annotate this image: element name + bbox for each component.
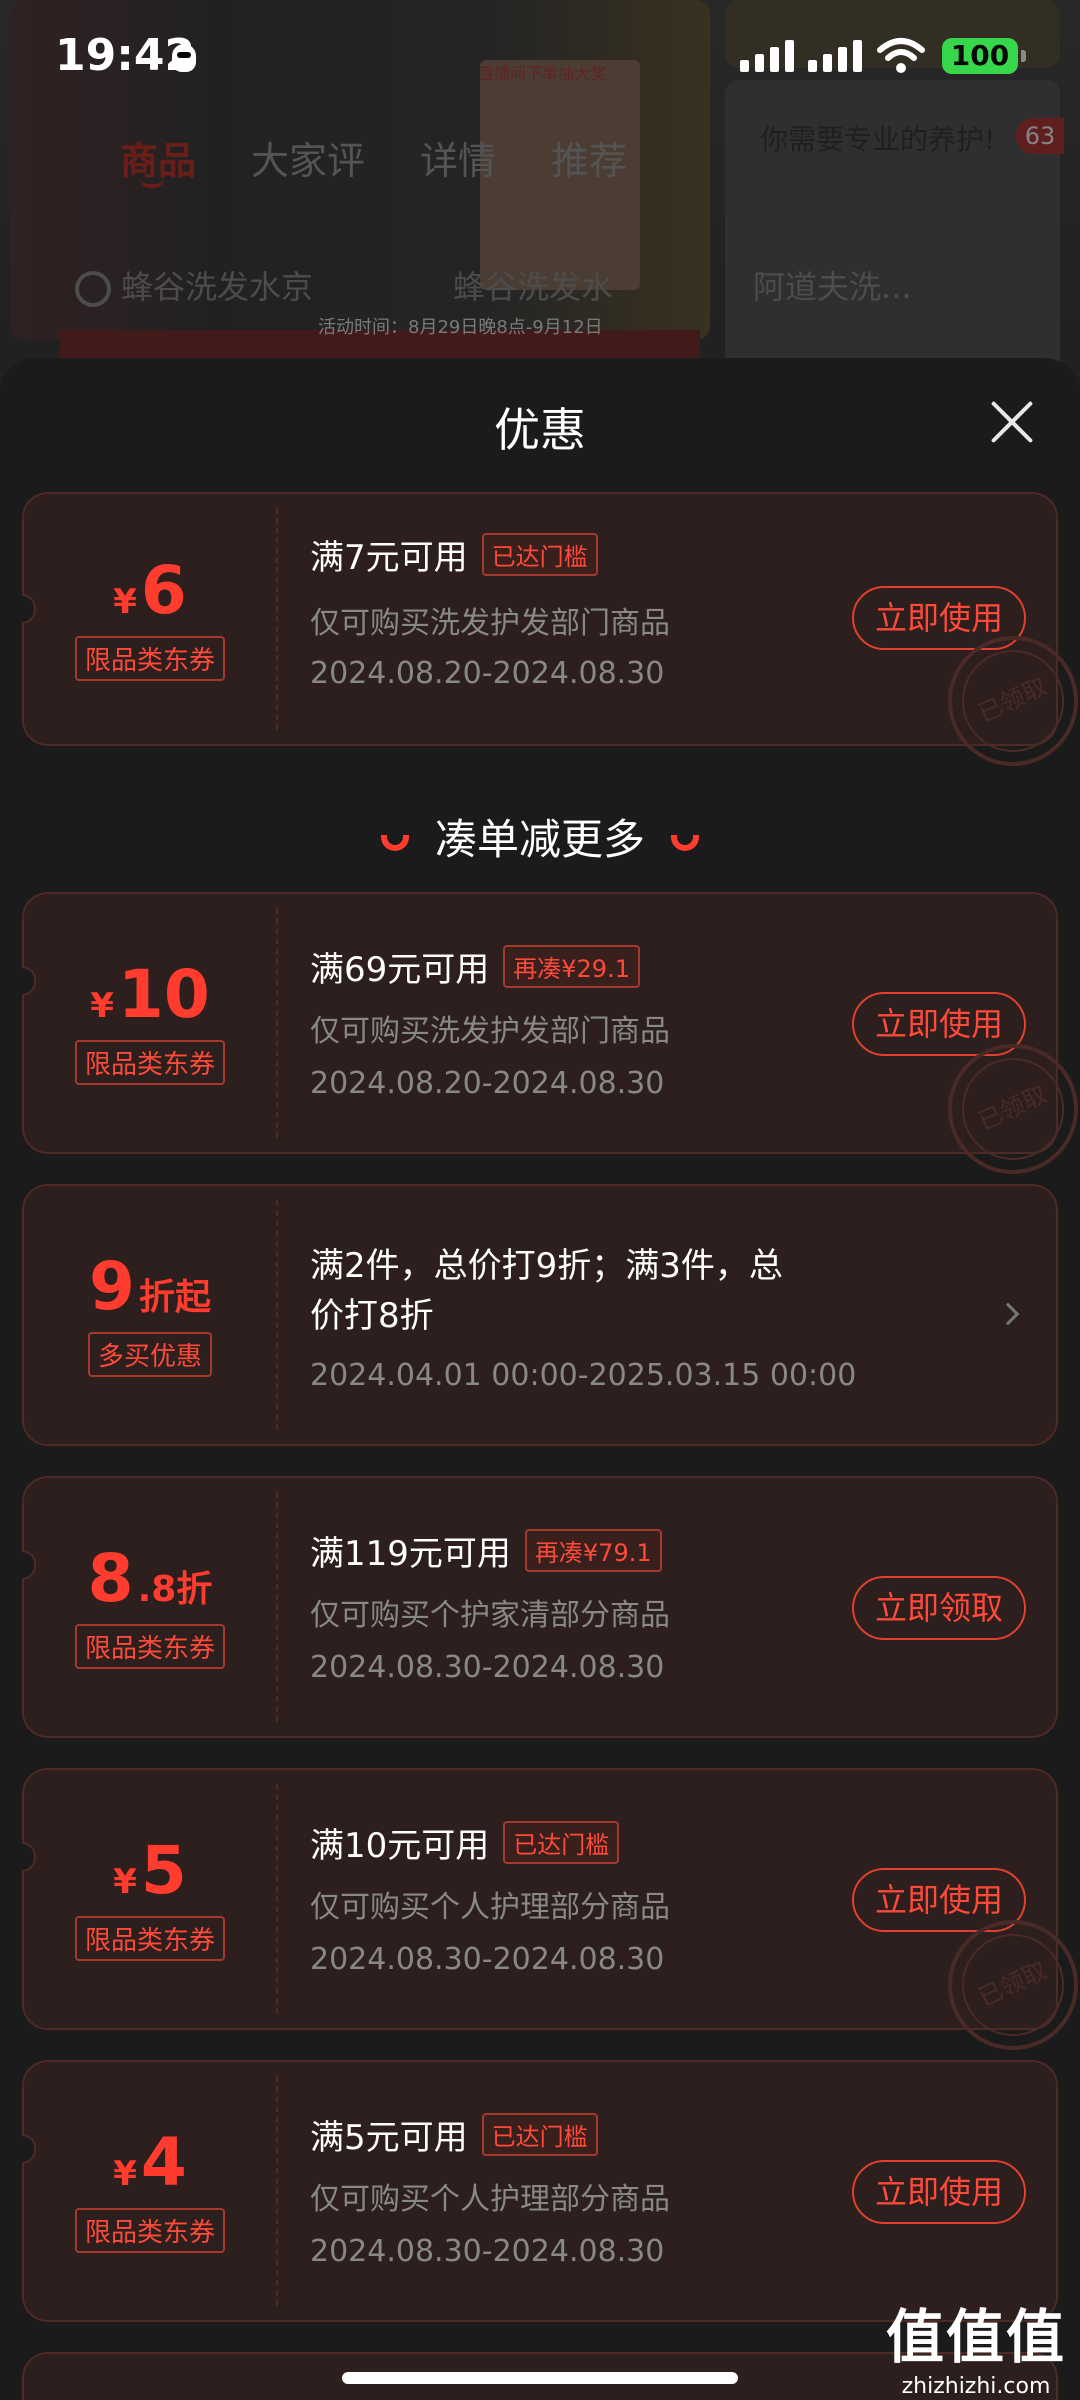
section-heading: 凑单减更多	[0, 806, 1080, 867]
coupon-currency: ¥	[90, 985, 114, 1026]
coupon-scope: 仅可购买个人护理部分商品	[310, 2182, 670, 2217]
coupon-condition: 满69元可用	[310, 950, 490, 990]
threshold-pill: 已达门槛	[503, 1821, 620, 1864]
use-now-button[interactable]: 立即使用	[852, 2160, 1026, 2224]
watermark-logo: 值值值 zhizhizhi.com	[885, 2303, 1066, 2399]
coupon-card[interactable]: ¥6 限品类东券 满7元可用 已达门槛 仅可购买洗发护发部门商品 2024.08.…	[22, 492, 1080, 788]
coupon-validity: 2024.08.30-2024.08.30	[310, 1942, 665, 1977]
smile-decoration-icon	[671, 834, 699, 851]
coupon-scope: 仅可购买洗发护发部门商品	[310, 606, 670, 641]
coupon-type-tag: 限品类东券	[74, 1039, 225, 1085]
discount-rate: 9	[89, 1247, 135, 1325]
close-button[interactable]	[988, 398, 1036, 446]
coupon-currency: ¥	[113, 1861, 137, 1902]
chevron-right-icon[interactable]	[996, 1302, 1020, 1326]
coupon-condition: 满119元可用	[310, 1534, 511, 1574]
coupon-type-tag: 限品类东券	[74, 635, 225, 681]
coupon-validity: 2024.08.20-2024.08.30	[310, 1066, 665, 1101]
status-bar: 19:42 100	[0, 0, 1080, 110]
discount-card[interactable]: 9 折起 多买优惠 满2件，总价打9折；满3件，总 价打8折 2024.04.01…	[22, 1184, 1058, 1446]
coupon-type-tag: 限品类东券	[74, 1623, 225, 1669]
coupon-type-tag: 限品类东券	[74, 1915, 225, 1961]
coupon-validity: 2024.08.20-2024.08.30	[310, 656, 665, 691]
cellular-signal-icon	[740, 38, 794, 72]
coupon-card[interactable]: ¥5 限品类东券 满10元可用 已达门槛 仅可购买个人护理部分商品 2024.08…	[22, 1768, 1080, 2072]
coupon-sheet: 优惠 ¥6 限品类东券 满7元可用 已达门槛 仅可购买洗发护发部门商品 2024.…	[0, 358, 1080, 2400]
discount-suffix: 折起	[138, 1276, 211, 1318]
discount-condition-cont: 价打8折	[310, 1296, 434, 1336]
threshold-pill: 已达门槛	[481, 2113, 598, 2156]
sheet-title: 优惠	[494, 403, 586, 457]
discount-type-tag: 多买优惠	[87, 1331, 212, 1377]
coupon-condition: 满5元可用	[310, 2118, 468, 2158]
coupon-currency: ¥	[113, 2153, 137, 2194]
coupon-condition: 满7元可用	[310, 538, 468, 578]
wifi-icon	[877, 38, 925, 73]
coupon-card[interactable]: ¥10 限品类东券 满69元可用 再凑¥29.1 仅可购买洗发护发部门商品 202…	[22, 892, 1080, 1196]
coupon-amount: 5	[140, 1831, 187, 1909]
coupon-type-tag: 限品类东券	[74, 2207, 225, 2253]
coupon-amount: 6	[140, 551, 187, 629]
battery-icon: 100	[942, 38, 1026, 74]
coupon-discount: 8	[87, 1539, 134, 1617]
discount-validity: 2024.04.01 00:00-2025.03.15 00:00	[310, 1358, 857, 1393]
coupon-scope: 仅可购买个人护理部分商品	[310, 1890, 670, 1925]
home-indicator[interactable]	[342, 2372, 738, 2384]
threshold-pill: 已达门槛	[481, 533, 598, 576]
coupon-validity: 2024.08.30-2024.08.30	[310, 2234, 665, 2269]
coupon-condition: 满10元可用	[310, 1826, 490, 1866]
smile-decoration-icon	[380, 834, 409, 851]
coupon-card[interactable]: 8.8折 限品类东券 满119元可用 再凑¥79.1 仅可购买个护家清部分商品 2…	[22, 1476, 1058, 1738]
coupon-validity: 2024.08.30-2024.08.30	[310, 1650, 665, 1685]
coupon-card[interactable]: ¥4 限品类东券 满5元可用 已达门槛 仅可购买个人护理部分商品 2024.08.…	[22, 2060, 1058, 2322]
coupon-amount: 4	[140, 2123, 187, 2201]
coupon-discount-suffix: .8折	[137, 1568, 213, 1610]
coupon-amount: 10	[117, 955, 210, 1033]
threshold-pill: 再凑¥79.1	[524, 1529, 662, 1572]
coupon-scope: 仅可购买洗发护发部门商品	[310, 1014, 670, 1049]
coupon-scope: 仅可购买个护家清部分商品	[310, 1598, 670, 1633]
claim-now-button[interactable]: 立即领取	[852, 1576, 1026, 1640]
discount-condition: 满2件，总价打9折；满3件，总	[310, 1246, 783, 1286]
qq-icon	[172, 44, 196, 72]
threshold-pill: 再凑¥29.1	[503, 945, 640, 988]
cellular-signal-icon	[808, 38, 862, 72]
coupon-currency: ¥	[113, 581, 137, 622]
